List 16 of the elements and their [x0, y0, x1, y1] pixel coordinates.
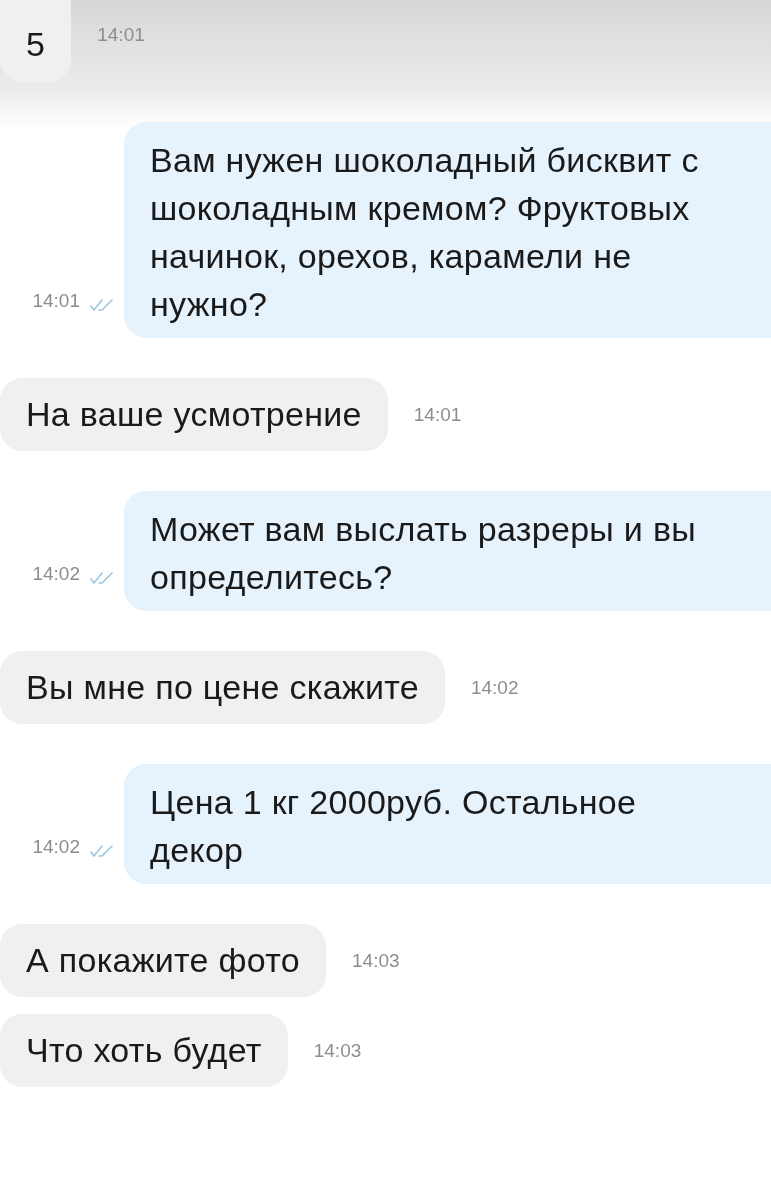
- message-time: 14:01: [97, 24, 145, 46]
- message-time: 14:03: [313, 1039, 362, 1062]
- message-bubble: Вам нужен шоколадный бисквит с шоколадным кремом? Фруктовых начинок, орехов, карамели не нужно?: [124, 122, 771, 338]
- message-bubble: А покажите фото: [0, 924, 326, 997]
- message-bubble: Что хоть будет: [0, 1014, 288, 1087]
- message-bubble: Вы мне по цене скажите: [0, 651, 445, 724]
- message-bubble: Цена 1 кг 2000руб. Остальное декор: [124, 764, 771, 884]
- message-bubble: На ваше усмотрение: [0, 378, 388, 451]
- message-time: 14:02: [470, 676, 519, 699]
- message-time: 14:03: [352, 949, 400, 972]
- message-time: 14:01: [413, 403, 462, 426]
- message-time: 14:02: [32, 836, 80, 858]
- message-time: 14:02: [32, 563, 80, 585]
- message-time: 14:01: [32, 290, 80, 312]
- message-bubble: Может вам выслать разреры и вы определитесь?: [124, 491, 771, 611]
- message-bubble: 5: [0, 0, 72, 82]
